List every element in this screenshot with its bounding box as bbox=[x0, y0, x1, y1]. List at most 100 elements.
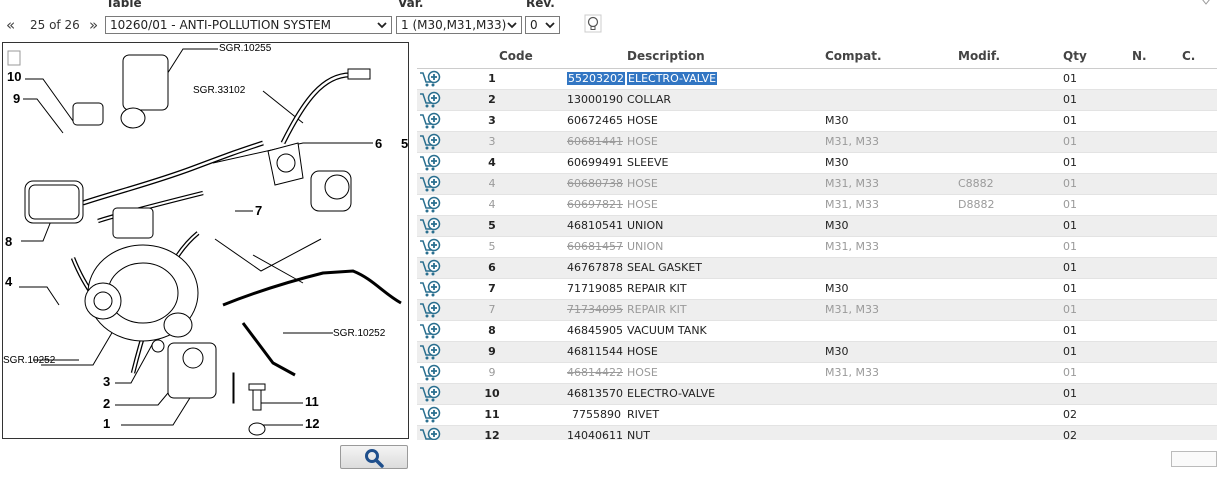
header-description[interactable]: Description bbox=[627, 49, 705, 63]
header-compat[interactable]: Compat. bbox=[825, 49, 882, 63]
variant-select[interactable]: 1 (M30,M31,M33) bbox=[396, 16, 522, 34]
row-description: HOSE bbox=[627, 345, 658, 358]
header-notes[interactable]: N. bbox=[1132, 49, 1147, 63]
add-to-cart-icon[interactable] bbox=[419, 343, 441, 361]
row-code: 46767878 bbox=[567, 261, 623, 274]
table-row[interactable]: 10 46813570 ELECTRO-VALVE 01 bbox=[417, 384, 1217, 405]
table-row[interactable]: 7 71734095 REPAIR KIT M31, M33 01 bbox=[417, 300, 1217, 321]
revision-select-value: 0 bbox=[530, 18, 538, 32]
table-row[interactable]: 12 14040611 NUT 02 bbox=[417, 426, 1217, 440]
table-row[interactable]: 11 7755890 RIVET 02 bbox=[417, 405, 1217, 426]
table-row[interactable]: 4 60697821 HOSE M31, M33 D8882 01 bbox=[417, 195, 1217, 216]
table-pager: 25 of 26 bbox=[30, 18, 80, 32]
row-modif: D8882 bbox=[958, 198, 995, 211]
table-row[interactable]: 9 46814422 HOSE M31, M33 01 bbox=[417, 363, 1217, 384]
add-to-cart-icon[interactable] bbox=[419, 301, 441, 319]
add-to-cart-icon[interactable] bbox=[419, 385, 441, 403]
row-qty: 01 bbox=[1063, 156, 1077, 169]
row-position: 3 bbox=[488, 135, 496, 148]
table-row[interactable]: 2 13000190 COLLAR 01 bbox=[417, 90, 1217, 111]
zoom-button[interactable] bbox=[340, 445, 408, 469]
row-position: 5 bbox=[488, 240, 496, 253]
add-to-cart-icon[interactable] bbox=[419, 280, 441, 298]
add-to-cart-icon[interactable] bbox=[419, 322, 441, 340]
header-qty[interactable]: Qty bbox=[1063, 49, 1087, 63]
row-code: 60681441 bbox=[567, 135, 623, 148]
row-code: 7755890 bbox=[572, 408, 621, 421]
add-to-cart-icon[interactable] bbox=[419, 196, 441, 214]
row-code: 46845905 bbox=[567, 324, 623, 337]
next-table-button[interactable]: » bbox=[89, 14, 98, 36]
header-code[interactable]: Code bbox=[499, 49, 533, 63]
row-description: SEAL GASKET bbox=[627, 261, 702, 274]
header-modif[interactable]: Modif. bbox=[958, 49, 1000, 63]
table-row[interactable]: 3 60672465 HOSE M30 01 bbox=[417, 111, 1217, 132]
horizontal-scrollbar[interactable] bbox=[1171, 451, 1217, 467]
first-table-button[interactable]: « bbox=[6, 14, 15, 36]
add-to-cart-icon[interactable] bbox=[419, 217, 441, 235]
row-description: RIVET bbox=[627, 408, 660, 421]
add-to-cart-icon[interactable] bbox=[419, 91, 441, 109]
row-code: 60699491 bbox=[567, 156, 623, 169]
row-description: SLEEVE bbox=[627, 156, 669, 169]
table-row[interactable]: 7 71719085 REPAIR KIT M30 01 bbox=[417, 279, 1217, 300]
add-to-cart-icon[interactable] bbox=[419, 154, 441, 172]
table-select-value: 10260/01 - ANTI-POLLUTION SYSTEM bbox=[110, 18, 332, 32]
row-position: 10 bbox=[484, 387, 500, 400]
table-row[interactable]: 1 55203202 ELECTRO-VALVE 01 bbox=[417, 69, 1217, 90]
row-code: 14040611 bbox=[567, 429, 623, 440]
callout-3: 3 bbox=[103, 374, 111, 389]
row-compat: M30 bbox=[825, 156, 849, 169]
add-to-cart-icon[interactable] bbox=[419, 133, 441, 151]
table-row[interactable]: 5 60681457 UNION M31, M33 01 bbox=[417, 237, 1217, 258]
row-code: 55203202 bbox=[567, 72, 625, 85]
row-qty: 02 bbox=[1063, 408, 1077, 421]
lightbulb-icon[interactable] bbox=[584, 14, 602, 34]
table-row[interactable]: 3 60681441 HOSE M31, M33 01 bbox=[417, 132, 1217, 153]
row-description: HOSE bbox=[627, 135, 658, 148]
header-c[interactable]: C. bbox=[1182, 49, 1195, 63]
row-code: 46813570 bbox=[567, 387, 623, 400]
add-to-cart-icon[interactable] bbox=[419, 406, 441, 424]
row-position: 3 bbox=[488, 114, 496, 127]
row-position: 7 bbox=[488, 282, 496, 295]
sgr-ref-33102: SGR.33102 bbox=[193, 85, 246, 96]
row-description: REPAIR KIT bbox=[627, 303, 687, 316]
row-code: 71719085 bbox=[567, 282, 623, 295]
collapse-icon[interactable] bbox=[1201, 0, 1211, 6]
add-to-cart-icon[interactable] bbox=[419, 364, 441, 382]
row-code: 60672465 bbox=[567, 114, 623, 127]
add-to-cart-icon[interactable] bbox=[419, 259, 441, 277]
table-row[interactable]: 5 46810541 UNION M30 01 bbox=[417, 216, 1217, 237]
table-row[interactable]: 6 46767878 SEAL GASKET 01 bbox=[417, 258, 1217, 279]
row-position: 4 bbox=[488, 177, 496, 190]
table-select[interactable]: 10260/01 - ANTI-POLLUTION SYSTEM bbox=[105, 16, 392, 34]
table-row[interactable]: 8 46845905 VACUUM TANK 01 bbox=[417, 321, 1217, 342]
add-to-cart-icon[interactable] bbox=[419, 175, 441, 193]
table-row[interactable]: 4 60699491 SLEEVE M30 01 bbox=[417, 153, 1217, 174]
row-qty: 01 bbox=[1063, 198, 1077, 211]
add-to-cart-icon[interactable] bbox=[419, 70, 441, 88]
add-to-cart-icon[interactable] bbox=[419, 238, 441, 256]
row-qty: 01 bbox=[1063, 387, 1077, 400]
sgr-ref-10252: SGR.10252 bbox=[333, 328, 386, 339]
row-compat: M30 bbox=[825, 219, 849, 232]
row-qty: 01 bbox=[1063, 261, 1077, 274]
callout-10: 10 bbox=[7, 69, 22, 84]
chevron-down-icon bbox=[377, 22, 387, 29]
add-to-cart-icon[interactable] bbox=[419, 112, 441, 130]
revision-select[interactable]: 0 bbox=[525, 16, 560, 34]
row-compat: M31, M33 bbox=[825, 198, 879, 211]
callout-8: 8 bbox=[5, 234, 13, 249]
row-position: 1 bbox=[488, 72, 496, 85]
row-code: 71734095 bbox=[567, 303, 623, 316]
table-row[interactable]: 4 60680738 HOSE M31, M33 C8882 01 bbox=[417, 174, 1217, 195]
exploded-drawing[interactable]: 10 9 8 4 3 2 1 11 12 7 6 5 SGR.10255 SGR… bbox=[2, 42, 409, 439]
table-row[interactable]: 9 46811544 HOSE M30 01 bbox=[417, 342, 1217, 363]
variant-select-value: 1 (M30,M31,M33) bbox=[401, 18, 507, 32]
chevron-down-icon bbox=[545, 22, 555, 29]
row-description: HOSE bbox=[627, 177, 658, 190]
add-to-cart-icon[interactable] bbox=[419, 427, 441, 440]
callout-5: 5 bbox=[401, 136, 409, 151]
row-description: NUT bbox=[627, 429, 650, 440]
